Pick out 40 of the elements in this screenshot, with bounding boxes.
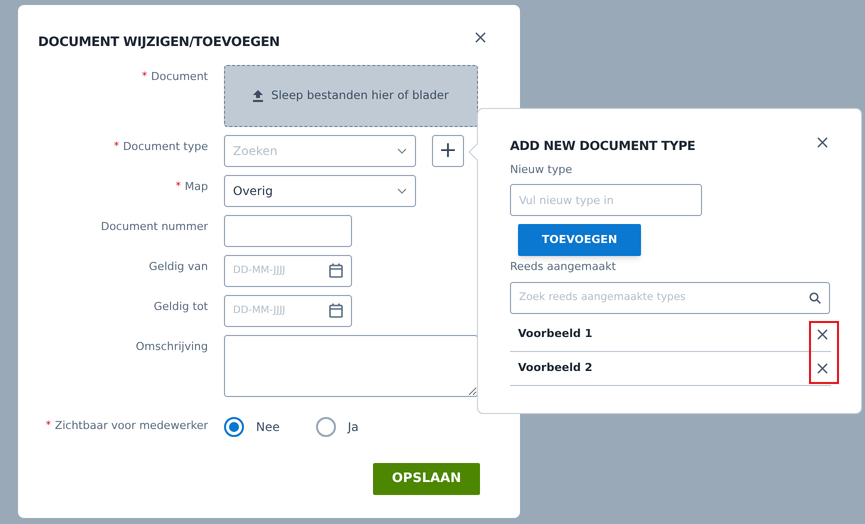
add-type-button[interactable]: TOEVOEGEN <box>518 224 641 256</box>
search-icon <box>809 292 821 304</box>
radio-button[interactable] <box>316 416 336 436</box>
field-label: Reeds aangemaakt <box>510 259 617 276</box>
chevron-down-icon <box>397 188 407 194</box>
field-label: Document nummer <box>100 218 208 234</box>
chevron-down-icon <box>397 148 407 154</box>
upload-dropzone[interactable]: Sleep bestanden hier of blader <box>224 64 478 126</box>
dialog-title: DOCUMENT WIJZIGEN/TOEVOEGEN <box>38 34 280 52</box>
field-label: Document type <box>122 138 208 154</box>
type-name: Voorbeeld 1 <box>518 326 592 342</box>
calendar-icon[interactable] <box>329 303 343 318</box>
required-marker: * <box>46 419 51 434</box>
field-label: Zichtbaar voor medewerker <box>54 418 208 434</box>
type-name: Voorbeeld 2 <box>518 360 592 376</box>
upload-icon <box>253 90 264 102</box>
calendar-icon[interactable] <box>329 263 343 278</box>
delete-icon[interactable] <box>817 362 828 374</box>
new-type-field[interactable]: Vul nieuw type in <box>510 184 702 216</box>
field-label: Geldig tot <box>154 298 208 314</box>
select-field[interactable]: Overig <box>224 174 416 206</box>
close-icon[interactable] <box>475 32 486 43</box>
required-marker: * <box>114 140 119 154</box>
field-label: Omschrijving <box>136 338 208 354</box>
field-label: Document <box>151 68 208 84</box>
required-marker: * <box>176 180 181 194</box>
radio-button[interactable] <box>224 416 244 436</box>
required-marker: * <box>142 70 147 84</box>
popover-title: ADD NEW DOCUMENT TYPE <box>510 137 696 155</box>
add-button[interactable]: + <box>432 134 464 166</box>
radio-label: Ja <box>348 418 359 436</box>
field-label: Geldig van <box>148 258 208 274</box>
close-icon[interactable] <box>817 137 828 148</box>
delete-icon[interactable] <box>817 328 828 340</box>
radio-label: Nee <box>256 418 280 436</box>
field-label: Map <box>184 178 208 194</box>
description-field[interactable] <box>224 334 478 396</box>
field-label: Nieuw type <box>510 162 574 178</box>
save-button[interactable]: OPSLAAN <box>373 462 480 494</box>
text-field[interactable] <box>224 214 352 246</box>
